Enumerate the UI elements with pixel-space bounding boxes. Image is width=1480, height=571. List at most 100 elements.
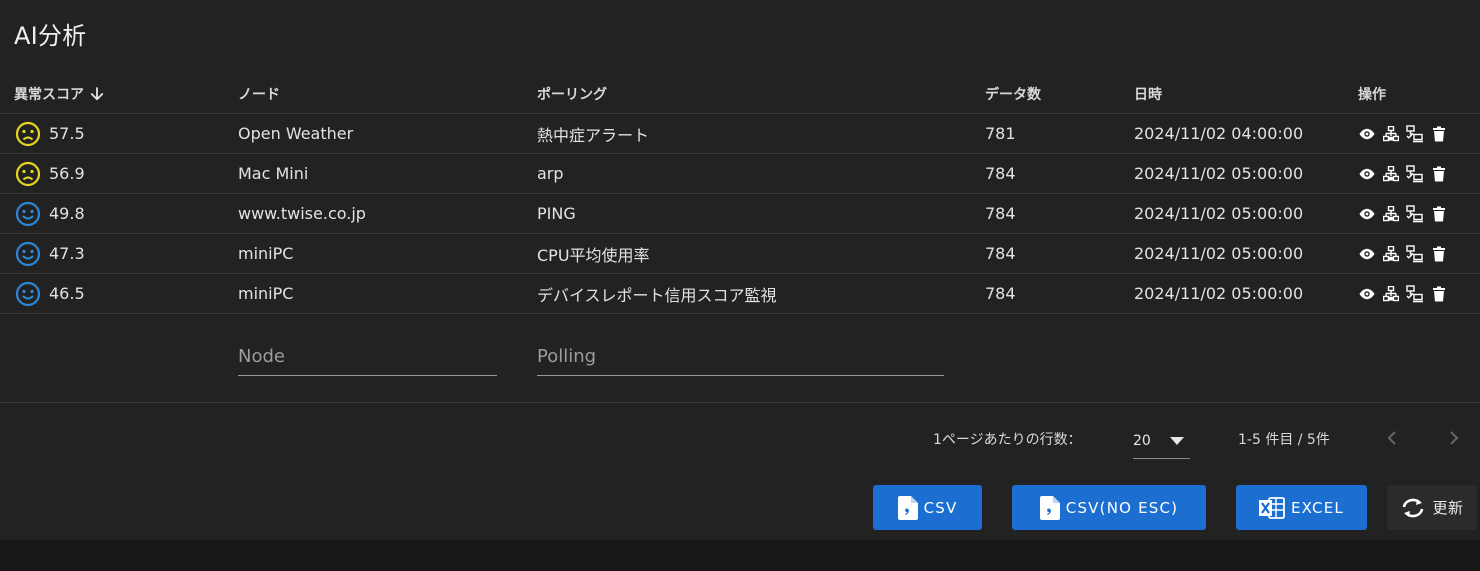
- polling-cell: PING: [537, 204, 576, 223]
- dropdown-caret-icon: [1170, 437, 1184, 445]
- rows-per-page-value: 20: [1133, 433, 1151, 449]
- network-map-icon[interactable]: [1382, 285, 1400, 303]
- score-value: 57.5: [49, 124, 85, 143]
- score-value: 46.5: [49, 284, 85, 303]
- polling-filter-input[interactable]: [537, 338, 944, 374]
- rows-per-page-label: 1ページあたりの行数：: [933, 432, 1082, 448]
- column-header-datetime: 日時: [1134, 86, 1162, 103]
- datetime-cell: 2024/11/02 05:00:00: [1134, 244, 1304, 263]
- network-map-icon[interactable]: [1382, 125, 1400, 143]
- chevron-left-icon: [1387, 431, 1396, 445]
- polling-cell: デバイスレポート信用スコア監視: [537, 285, 777, 305]
- view-icon[interactable]: [1358, 165, 1376, 183]
- export-excel-label: EXCEL: [1291, 498, 1344, 517]
- smile-face-icon: [15, 241, 41, 267]
- datetime-cell: 2024/11/02 05:00:00: [1134, 284, 1304, 303]
- network-map-icon[interactable]: [1382, 165, 1400, 183]
- export-csv-no-esc-button[interactable]: CSV(NO ESC): [1012, 485, 1206, 530]
- column-header-count: データ数: [985, 86, 1041, 103]
- delete-icon[interactable]: [1430, 245, 1448, 263]
- delete-icon[interactable]: [1430, 205, 1448, 223]
- datetime-cell: 2024/11/02 05:00:00: [1134, 204, 1304, 223]
- smile-face-icon: [15, 201, 41, 227]
- table-row[interactable]: 56.9 Mac Mini arp 784 2024/11/02 05:00:00: [0, 154, 1480, 194]
- export-excel-button[interactable]: EXCEL: [1236, 485, 1367, 530]
- sad-face-icon: [15, 161, 41, 187]
- view-icon[interactable]: [1358, 205, 1376, 223]
- ai-analysis-card: AI分析 異常スコア ノード ポーリング データ数 日時 操作 57.5 Open…: [0, 0, 1480, 540]
- polling-cell: CPU平均使用率: [537, 245, 650, 265]
- table-row[interactable]: 46.5 miniPC デバイスレポート信用スコア監視 784 2024/11/02 0…: [0, 274, 1480, 314]
- delete-icon[interactable]: [1430, 165, 1448, 183]
- page-title: AI分析: [14, 22, 87, 50]
- node-check-icon[interactable]: [1406, 124, 1424, 143]
- column-header-polling: ポーリング: [537, 86, 607, 103]
- score-cell: 56.9: [14, 154, 85, 193]
- chevron-right-icon: [1450, 431, 1459, 445]
- view-icon[interactable]: [1358, 245, 1376, 263]
- polling-cell: 熱中症アラート: [537, 125, 650, 145]
- score-cell: 57.5: [14, 114, 85, 153]
- count-cell: 784: [985, 244, 1016, 263]
- rows-per-page-select[interactable]: 20: [1133, 424, 1190, 459]
- filter-row: [0, 314, 1480, 403]
- datetime-cell: 2024/11/02 04:00:00: [1134, 124, 1304, 143]
- node-check-icon[interactable]: [1406, 204, 1424, 223]
- sad-face-icon: [15, 121, 41, 147]
- column-header-score-label: 異常スコア: [14, 86, 84, 103]
- datetime-cell: 2024/11/02 05:00:00: [1134, 164, 1304, 183]
- count-cell: 784: [985, 284, 1016, 303]
- count-cell: 781: [985, 124, 1016, 143]
- count-cell: 784: [985, 204, 1016, 223]
- node-filter-input[interactable]: [238, 338, 497, 374]
- smile-face-icon: [15, 281, 41, 307]
- network-map-icon[interactable]: [1382, 245, 1400, 263]
- view-icon[interactable]: [1358, 125, 1376, 143]
- actions-cell: [1358, 194, 1448, 233]
- node-check-icon[interactable]: [1406, 244, 1424, 263]
- csv-file-icon: [1039, 495, 1060, 520]
- polling-filter-field[interactable]: [537, 338, 944, 376]
- score-cell: 47.3: [14, 234, 85, 273]
- node-cell: miniPC: [238, 244, 294, 263]
- actions-cell: [1358, 274, 1448, 313]
- next-page-button[interactable]: [1442, 426, 1466, 450]
- table-header: 異常スコア ノード ポーリング データ数 日時 操作: [0, 74, 1480, 114]
- node-cell: Mac Mini: [238, 164, 309, 183]
- actions-cell: [1358, 154, 1448, 193]
- export-csv-label: CSV: [923, 498, 958, 517]
- node-check-icon[interactable]: [1406, 164, 1424, 183]
- score-cell: 49.8: [14, 194, 85, 233]
- refresh-button[interactable]: 更新: [1387, 485, 1477, 530]
- pagination-range: 1-5 件目 / 5件: [1238, 432, 1330, 448]
- delete-icon[interactable]: [1430, 125, 1448, 143]
- node-cell: www.twise.co.jp: [238, 204, 366, 223]
- table-row[interactable]: 47.3 miniPC CPU平均使用率 784 2024/11/02 05:00:00: [0, 234, 1480, 274]
- refresh-label: 更新: [1432, 499, 1464, 517]
- export-csv-no-esc-label: CSV(NO ESC): [1065, 498, 1179, 517]
- table-row[interactable]: 57.5 Open Weather 熱中症アラート 781 2024/11/02 04:…: [0, 114, 1480, 154]
- node-check-icon[interactable]: [1406, 284, 1424, 303]
- csv-file-icon: [897, 495, 918, 520]
- score-value: 49.8: [49, 204, 85, 223]
- count-cell: 784: [985, 164, 1016, 183]
- table-row[interactable]: 49.8 www.twise.co.jp PING 784 2024/11/02 05:…: [0, 194, 1480, 234]
- score-cell: 46.5: [14, 274, 85, 313]
- node-cell: Open Weather: [238, 124, 354, 143]
- delete-icon[interactable]: [1430, 285, 1448, 303]
- previous-page-button[interactable]: [1380, 426, 1404, 450]
- sort-descending-icon[interactable]: [88, 85, 106, 103]
- node-filter-field[interactable]: [238, 338, 497, 376]
- view-icon[interactable]: [1358, 285, 1376, 303]
- export-csv-button[interactable]: CSV: [873, 485, 982, 530]
- excel-file-icon: [1259, 496, 1285, 520]
- actions-cell: [1358, 114, 1448, 153]
- score-value: 56.9: [49, 164, 85, 183]
- network-map-icon[interactable]: [1382, 205, 1400, 223]
- column-header-node: ノード: [238, 86, 280, 103]
- actions-cell: [1358, 234, 1448, 273]
- polling-cell: arp: [537, 164, 564, 183]
- score-value: 47.3: [49, 244, 85, 263]
- column-header-actions: 操作: [1358, 86, 1386, 103]
- column-header-score[interactable]: 異常スコア: [14, 74, 106, 113]
